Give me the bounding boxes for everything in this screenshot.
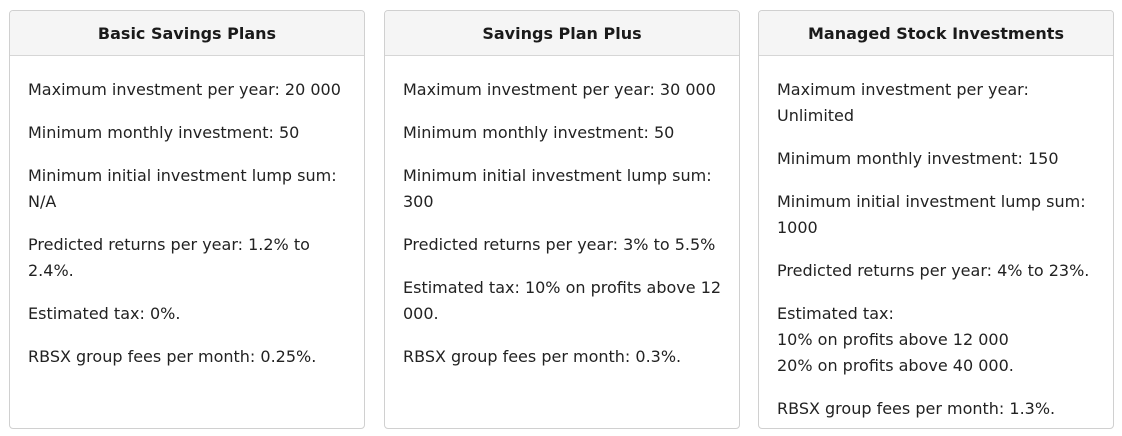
plan-card-body: Maximum investment per year: 30 000 Mini… bbox=[385, 56, 739, 370]
predicted-returns: Predicted returns per year: 1.2% to 2.4%… bbox=[28, 235, 310, 280]
min-monthly-investment: Minimum monthly investment: 150 bbox=[777, 149, 1059, 168]
group-fees: RBSX group fees per month: 0.3%. bbox=[403, 347, 682, 366]
min-initial-lump-sum: Minimum initial investment lump sum: N/A bbox=[28, 166, 337, 211]
min-initial-lump-sum: Minimum initial investment lump sum: 100… bbox=[777, 192, 1086, 237]
plan-card-body: Maximum investment per year: 20 000 Mini… bbox=[10, 56, 364, 370]
max-investment-per-year: Maximum investment per year: 30 000 bbox=[403, 80, 716, 99]
max-investment-per-year: Maximum investment per year: Unlimited bbox=[777, 80, 1029, 125]
plan-card-title: Savings Plan Plus bbox=[385, 11, 739, 56]
plan-card-body: Maximum investment per year: Unlimited M… bbox=[759, 56, 1113, 422]
predicted-returns: Predicted returns per year: 3% to 5.5% bbox=[403, 235, 716, 254]
estimated-tax: Estimated tax: 10% on profits above 12 0… bbox=[777, 304, 1014, 375]
min-initial-lump-sum: Minimum initial investment lump sum: 300 bbox=[403, 166, 712, 211]
min-monthly-investment: Minimum monthly investment: 50 bbox=[28, 123, 300, 142]
min-monthly-investment: Minimum monthly investment: 50 bbox=[403, 123, 675, 142]
estimated-tax: Estimated tax: 0%. bbox=[28, 304, 181, 323]
predicted-returns: Predicted returns per year: 4% to 23%. bbox=[777, 261, 1090, 280]
plan-card-title: Basic Savings Plans bbox=[10, 11, 364, 56]
estimated-tax: Estimated tax: 10% on profits above 12 0… bbox=[403, 278, 722, 323]
plan-card-managed-stock: Managed Stock Investments Maximum invest… bbox=[758, 10, 1114, 429]
plan-card-savings-plus: Savings Plan Plus Maximum investment per… bbox=[384, 10, 740, 429]
plan-card-basic-savings: Basic Savings Plans Maximum investment p… bbox=[9, 10, 365, 429]
max-investment-per-year: Maximum investment per year: 20 000 bbox=[28, 80, 341, 99]
group-fees: RBSX group fees per month: 1.3%. bbox=[777, 399, 1056, 418]
group-fees: RBSX group fees per month: 0.25%. bbox=[28, 347, 317, 366]
plan-card-title: Managed Stock Investments bbox=[759, 11, 1113, 56]
